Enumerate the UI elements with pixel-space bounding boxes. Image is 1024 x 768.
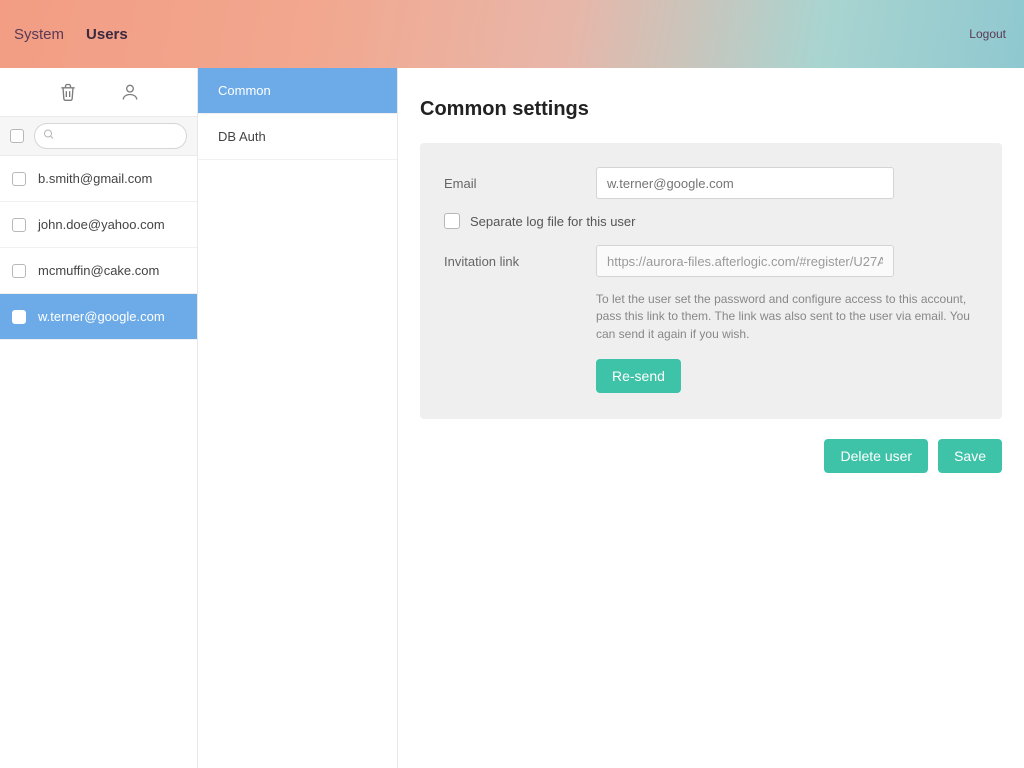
email-label: Email [444, 176, 596, 191]
user-row[interactable]: john.doe@yahoo.com [0, 202, 197, 248]
main-area: b.smith@gmail.com john.doe@yahoo.com mcm… [0, 68, 1024, 768]
user-email: b.smith@gmail.com [38, 171, 152, 186]
user-checkbox[interactable] [12, 310, 26, 324]
resend-button[interactable]: Re-send [596, 359, 681, 393]
trash-icon[interactable] [58, 80, 78, 104]
email-row: Email [444, 167, 978, 199]
content-pane: Common settings Email Separate log file … [398, 68, 1024, 768]
settings-panel: Email Separate log file for this user In… [420, 143, 1002, 419]
user-list: b.smith@gmail.com john.doe@yahoo.com mcm… [0, 156, 197, 768]
user-email: w.terner@google.com [38, 309, 165, 324]
settings-tabs: Common DB Auth [198, 68, 398, 768]
user-email: john.doe@yahoo.com [38, 217, 165, 232]
top-nav: System Users [14, 26, 128, 43]
invitation-row: Invitation link [444, 245, 978, 277]
page-title: Common settings [420, 98, 1002, 121]
invitation-help: To let the user set the password and con… [596, 291, 978, 343]
user-row[interactable]: b.smith@gmail.com [0, 156, 197, 202]
user-checkbox[interactable] [12, 218, 26, 232]
search-row [0, 116, 197, 156]
separate-log-checkbox[interactable] [444, 213, 460, 229]
save-button[interactable]: Save [938, 439, 1002, 473]
tab-db-auth[interactable]: DB Auth [198, 114, 397, 160]
user-row[interactable]: w.terner@google.com [0, 294, 197, 340]
logout-link[interactable]: Logout [969, 27, 1006, 41]
search-icon [43, 129, 55, 144]
delete-user-button[interactable]: Delete user [824, 439, 928, 473]
sidebar-actions [0, 68, 197, 116]
form-actions: Delete user Save [420, 439, 1002, 473]
separate-log-label: Separate log file for this user [470, 214, 635, 229]
separate-log-row: Separate log file for this user [444, 213, 978, 229]
email-input[interactable] [596, 167, 894, 199]
select-all-checkbox[interactable] [10, 129, 24, 143]
top-bar: System Users Logout [0, 0, 1024, 68]
search-input[interactable] [34, 123, 187, 149]
nav-system[interactable]: System [14, 26, 64, 43]
user-checkbox[interactable] [12, 172, 26, 186]
tab-common[interactable]: Common [198, 68, 397, 114]
nav-users[interactable]: Users [86, 26, 128, 43]
user-row[interactable]: mcmuffin@cake.com [0, 248, 197, 294]
invitation-label: Invitation link [444, 254, 596, 269]
user-sidebar: b.smith@gmail.com john.doe@yahoo.com mcm… [0, 68, 198, 768]
invitation-input[interactable] [596, 245, 894, 277]
search-box [34, 123, 187, 149]
user-checkbox[interactable] [12, 264, 26, 278]
add-user-icon[interactable] [120, 80, 140, 104]
user-email: mcmuffin@cake.com [38, 263, 159, 278]
